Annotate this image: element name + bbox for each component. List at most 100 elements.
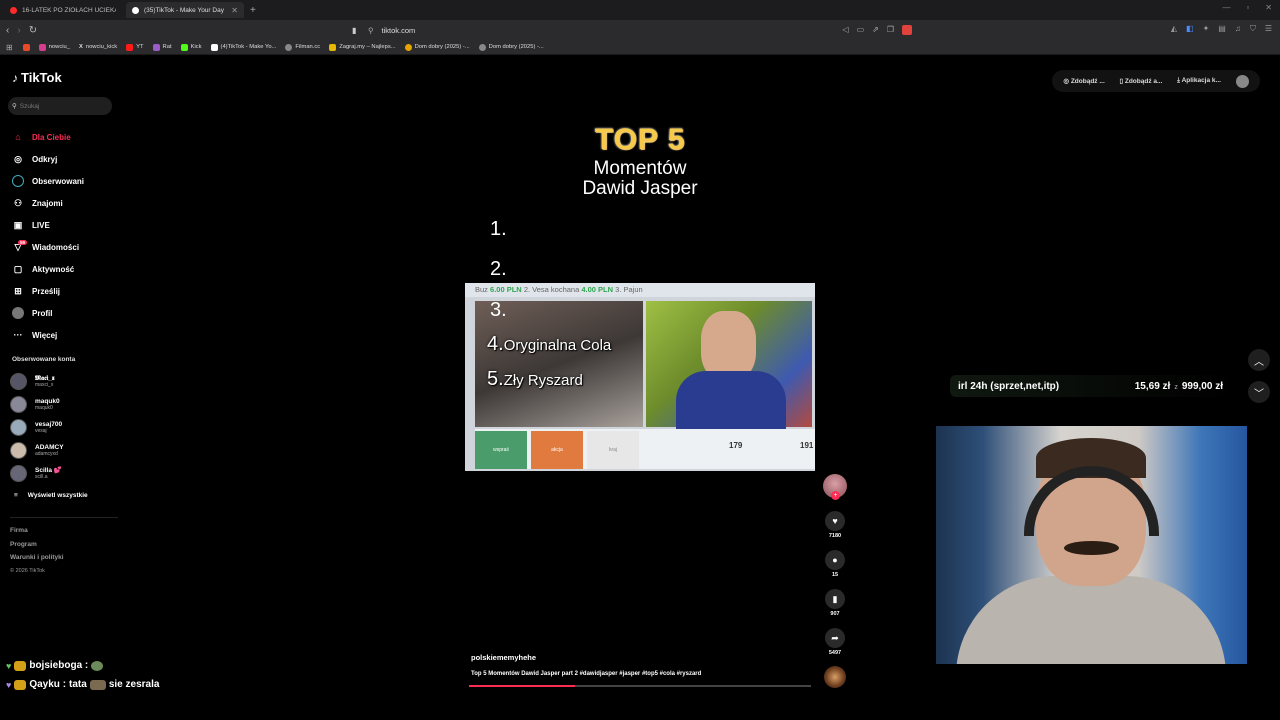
followed-account[interactable]: maquk0 maquk0 — [10, 393, 64, 416]
footer-link-firma[interactable]: Firma — [10, 524, 64, 538]
copy-icon[interactable]: ❐ — [887, 25, 894, 35]
mute-tab-icon[interactable]: ◁ — [842, 25, 848, 35]
avatar — [10, 396, 27, 413]
music-disc-icon[interactable] — [824, 666, 846, 688]
close-window-icon[interactable]: ✕ — [1265, 3, 1272, 12]
followed-account[interactable]: 𝕸𝖆𝖈𝖎_𝖝 maxci_x — [10, 370, 64, 393]
tab-label: 16-LATEK PO ZIOŁACH UCIEKAŁ PO — [22, 6, 116, 14]
previous-video-button[interactable]: ︿ — [1248, 349, 1270, 371]
wallet-icon[interactable]: ◧ — [1186, 24, 1194, 34]
bookmark-item[interactable]: nowciu_ — [38, 43, 70, 51]
video-title-subtitle: Momentów Dawid Jasper — [0, 159, 1280, 199]
video-description: Top 5 Momentów Dawid Jasper part 2 #dawi… — [471, 671, 702, 677]
bookmark-label: Kick — [190, 44, 202, 50]
menu-icon[interactable]: ☰ — [1265, 24, 1272, 34]
sidebar-item-przeslij[interactable]: ⊞ Prześlij — [12, 280, 84, 302]
video-progress-bar[interactable] — [469, 685, 811, 687]
video-author[interactable]: polskiememyhehe — [471, 653, 536, 662]
user-avatar[interactable] — [1235, 74, 1249, 88]
share-icon[interactable]: ⇗ — [872, 25, 879, 35]
sidebar-item-wiadomosci[interactable]: ▽ 59 Wiadomości — [12, 236, 84, 258]
sidebar-item-live[interactable]: ▣ LIVE — [12, 214, 84, 236]
minimize-icon[interactable]: — — [1222, 3, 1230, 12]
get-coins-button[interactable]: ◎ Zdobądź ... — [1063, 77, 1104, 85]
bookmark-item[interactable]: Filman.cc — [285, 43, 321, 51]
save-action[interactable]: ▮ 907 — [823, 589, 847, 628]
bookmark-item[interactable]: Rat — [152, 43, 172, 51]
browser-toolbar: ‹ › ↻ ▮ ⚲ tiktok.com ◁ ▭ ⇗ ❐ ◭ ◧ ✦ ▤ ♫ ⛉… — [0, 20, 1280, 40]
desktop-app-button[interactable]: ⤓ Aplikacja k... — [1177, 77, 1221, 85]
streamer-webcam — [936, 426, 1247, 664]
bookmark-item[interactable]: Xnowciu_kick — [79, 44, 117, 50]
bookmark-item[interactable]: Kick — [180, 43, 202, 51]
back-icon[interactable]: ‹ — [6, 25, 9, 36]
next-video-button[interactable]: ﹀ — [1248, 381, 1270, 403]
forward-icon[interactable]: › — [17, 25, 20, 36]
sidebar-item-label: Wiadomości — [32, 242, 80, 252]
like-action[interactable]: ♥ 7180 — [823, 511, 847, 550]
extensions-icon[interactable]: ✦ — [1203, 24, 1210, 34]
followed-account[interactable]: ADAMCY adamcyxd — [10, 439, 64, 462]
comment-action[interactable]: ● 15 — [823, 550, 847, 589]
share-count: 5497 — [828, 650, 842, 656]
footer-link-terms[interactable]: Warunki i polityki — [10, 551, 64, 565]
chevron-down-icon: ﹀ — [1254, 388, 1264, 400]
brave-shields-icon[interactable] — [902, 25, 912, 35]
browser-tab-youtube[interactable]: 16-LATEK PO ZIOŁACH UCIEKAŁ PO — [4, 2, 122, 18]
account-name: 𝕸𝖆𝖈𝖎_𝖝 — [35, 375, 55, 382]
maximize-icon[interactable]: ▫ — [1246, 3, 1249, 12]
sidebar-icon[interactable]: ▤ — [1218, 24, 1226, 34]
logo-text: TikTok — [21, 70, 62, 85]
comment-count: 15 — [831, 572, 839, 578]
activity-icon: ▢ — [13, 263, 23, 274]
video-title-line: Momentów — [593, 158, 687, 179]
apps-grid-icon[interactable]: ⊞ — [6, 43, 13, 52]
rank-3: 3. — [490, 299, 507, 321]
bookmark-label: (4)TikTok - Make Yo... — [220, 44, 277, 50]
followed-account[interactable]: vesaj700 vesaj — [10, 416, 64, 439]
bookmark-icon[interactable]: ▮ — [352, 26, 360, 35]
bookmark-item[interactable]: (4)TikTok - Make Yo... — [210, 43, 277, 51]
show-all-accounts-button[interactable]: ≡ Wyświetl wszystkie — [14, 492, 88, 499]
chat-user: Qayku : — [29, 679, 67, 690]
address-bar[interactable]: ▮ ⚲ tiktok.com ◁ ▭ ⇗ ❐ — [352, 22, 912, 38]
bookmark-item[interactable]: YT — [126, 43, 144, 51]
sidebar-item-profil[interactable]: Profil — [12, 302, 84, 324]
new-tab-icon[interactable]: + — [250, 5, 256, 16]
sidebar-item-wiecej[interactable]: ··· Więcej — [12, 324, 84, 346]
sidebar-divider — [10, 517, 118, 518]
clip-right-panel — [646, 301, 812, 431]
bookmark-item[interactable]: Dom dobry (2025) -... — [478, 43, 544, 51]
avatar — [10, 465, 27, 482]
donation-current: 15,69 zł — [1134, 380, 1171, 392]
clip-button: akcja — [531, 431, 583, 469]
creator-avatar[interactable]: + — [823, 474, 847, 500]
shield-icon[interactable]: ⛉ — [1250, 24, 1256, 34]
sidebar-item-aktywnosc[interactable]: ▢ Aktywność — [12, 258, 84, 280]
reload-icon[interactable]: ↻ — [29, 25, 37, 36]
browser-tab-tiktok[interactable]: (35)TikTok - Make Your Day ✕ — [126, 2, 244, 18]
followed-account[interactable]: Scilla 💕 scill.a — [10, 462, 64, 485]
button-label: Aplikacja k... — [1181, 77, 1221, 84]
clip-number: 191 — [800, 441, 814, 450]
footer-link-program[interactable]: Program — [10, 538, 64, 552]
close-tab-icon[interactable]: ✕ — [231, 6, 238, 15]
site-info-icon[interactable]: ⚲ — [368, 26, 374, 35]
bookmark-item[interactable] — [22, 43, 30, 51]
share-action[interactable]: ➦ 5497 — [823, 628, 847, 667]
vpn-icon[interactable]: ◭ — [1171, 24, 1177, 34]
follow-plus-icon[interactable]: + — [831, 491, 840, 500]
screenshot-icon[interactable]: ▭ — [857, 25, 865, 35]
clip-button: wspraś — [475, 431, 527, 469]
rank-text: Oryginalna Cola — [503, 337, 612, 354]
sub-badge-icon — [14, 660, 27, 671]
bookmark-item[interactable]: Dom dobry (2025) -... — [404, 43, 470, 51]
tiktok-logo[interactable]: ♪ TikTok — [12, 70, 62, 85]
search-input[interactable]: ⚲ Szukaj — [8, 97, 112, 115]
get-app-button[interactable]: ▯ Zdobądź a... — [1119, 77, 1162, 85]
bookmark-label: Filman.cc — [295, 44, 321, 50]
music-icon[interactable]: ♫ — [1235, 24, 1241, 34]
account-handle: scill.a — [35, 474, 48, 480]
bookmark-item[interactable]: Zagraj.my – Najleps... — [329, 43, 396, 51]
clip-strip-text: Buz — [475, 285, 488, 294]
